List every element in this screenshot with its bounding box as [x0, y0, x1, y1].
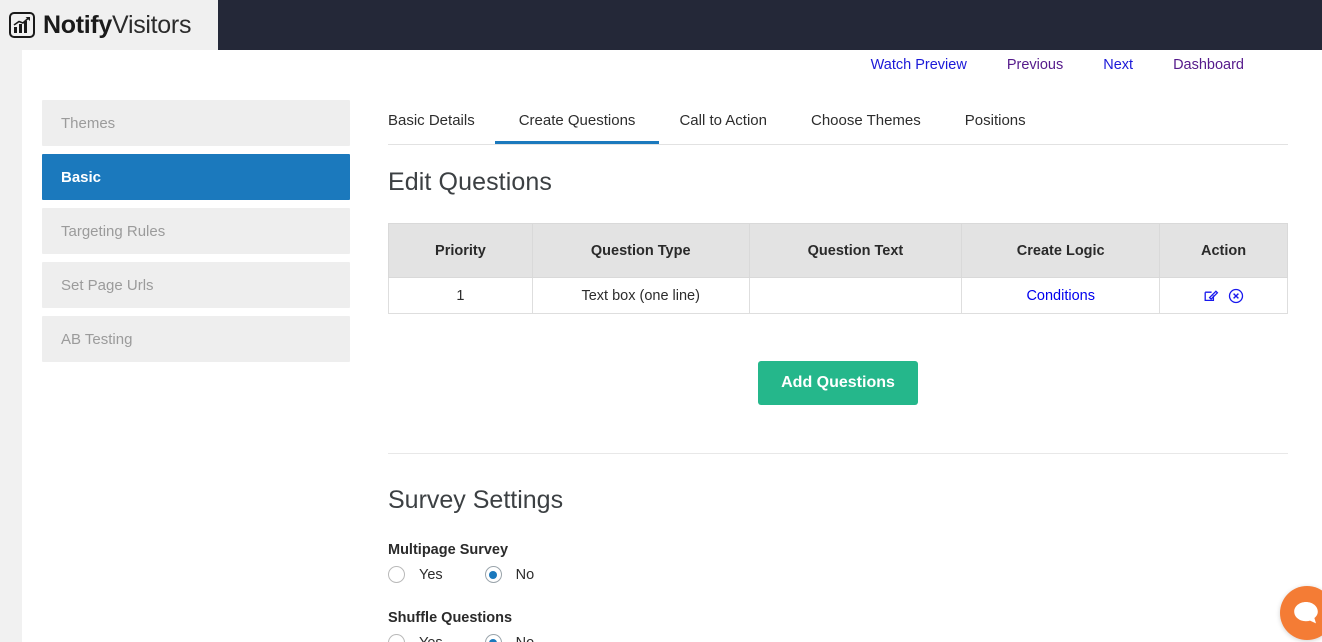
- label-shuffle-questions: Shuffle Questions: [388, 610, 513, 626]
- delete-circle-icon[interactable]: [1228, 288, 1244, 304]
- brand-name-light: Visitors: [112, 10, 192, 39]
- radio-shuffle-yes[interactable]: Yes: [388, 634, 443, 642]
- top-header-bar: NotifyVisitors: [0, 0, 1322, 50]
- edit-square-icon[interactable]: [1203, 288, 1219, 304]
- tab-basic-details[interactable]: Basic Details: [388, 100, 475, 143]
- table-header-row: Priority Question Type Question Text Cre…: [388, 223, 1288, 278]
- sidebar-item-label: Set Page Urls: [61, 276, 154, 294]
- app-root: NotifyVisitors Watch Preview Previous Ne…: [0, 0, 1322, 642]
- sidebar-item-themes[interactable]: Themes: [42, 100, 350, 146]
- column-header-question-text: Question Text: [748, 223, 963, 278]
- tab-bar: Basic Details Create Questions Call to A…: [388, 100, 1288, 145]
- link-dashboard[interactable]: Dashboard: [1153, 57, 1264, 73]
- cell-priority: 1: [388, 277, 533, 314]
- tab-call-to-action[interactable]: Call to Action: [679, 100, 767, 143]
- sidebar-item-label: AB Testing: [61, 330, 133, 348]
- tab-choose-themes[interactable]: Choose Themes: [811, 100, 921, 143]
- add-questions-container: Add Questions: [388, 361, 1288, 405]
- page-canvas: Watch Preview Previous Next Dashboard Th…: [22, 50, 1322, 642]
- questions-table: Priority Question Type Question Text Cre…: [388, 223, 1288, 314]
- column-header-question-type: Question Type: [531, 223, 750, 278]
- radio-label: No: [515, 566, 535, 583]
- brand-name: NotifyVisitors: [43, 11, 191, 40]
- column-header-priority: Priority: [388, 223, 533, 278]
- link-previous[interactable]: Previous: [987, 57, 1083, 73]
- radio-label: Yes: [419, 566, 443, 583]
- sidebar-item-label: Targeting Rules: [61, 222, 166, 240]
- section-divider: [388, 453, 1288, 454]
- conditions-link[interactable]: Conditions: [1026, 288, 1095, 304]
- radio-circle-icon[interactable]: [388, 566, 405, 583]
- brand-logo[interactable]: NotifyVisitors: [0, 0, 218, 50]
- radio-circle-selected-icon[interactable]: [484, 566, 502, 583]
- sidebar: Themes Basic Targeting Rules Set Page Ur…: [42, 100, 350, 370]
- label-multipage-survey: Multipage Survey: [388, 542, 509, 558]
- sidebar-item-label: Basic: [61, 168, 102, 186]
- top-nav-links: Watch Preview Previous Next Dashboard: [851, 51, 1264, 79]
- radio-circle-selected-icon[interactable]: [484, 634, 502, 642]
- radio-label: No: [516, 635, 535, 642]
- survey-settings-title: Survey Settings: [388, 486, 564, 514]
- bar-chart-growth-icon: [9, 12, 35, 38]
- sidebar-item-set-page-urls[interactable]: Set Page Urls: [42, 262, 350, 308]
- table-row: 1 Text box (one line) Conditions: [388, 277, 1288, 314]
- cell-question-type: Text box (one line): [531, 277, 750, 314]
- column-header-action: Action: [1159, 223, 1288, 278]
- link-next[interactable]: Next: [1083, 57, 1153, 73]
- radio-multipage-no[interactable]: No: [484, 566, 535, 583]
- sidebar-item-ab-testing[interactable]: AB Testing: [42, 316, 350, 362]
- sidebar-item-label: Themes: [61, 114, 116, 132]
- radio-label: Yes: [419, 635, 443, 642]
- page-title: Edit Questions: [388, 168, 552, 196]
- radio-shuffle-no[interactable]: No: [484, 634, 535, 642]
- row-action-buttons: [1161, 288, 1286, 304]
- cell-action: [1159, 277, 1288, 314]
- tab-positions[interactable]: Positions: [965, 100, 1026, 143]
- sidebar-item-targeting-rules[interactable]: Targeting Rules: [42, 208, 350, 254]
- sidebar-item-basic[interactable]: Basic: [42, 154, 350, 200]
- radio-group-shuffle-questions: Yes No: [388, 634, 1288, 642]
- cell-question-text: [748, 277, 963, 314]
- brand-name-bold: Notify: [43, 10, 113, 39]
- radio-multipage-yes[interactable]: Yes: [388, 566, 443, 583]
- link-watch-preview[interactable]: Watch Preview: [851, 57, 987, 73]
- cell-create-logic: Conditions: [961, 277, 1161, 314]
- column-header-create-logic: Create Logic: [961, 223, 1161, 278]
- radio-circle-icon[interactable]: [388, 634, 405, 642]
- add-questions-button[interactable]: Add Questions: [758, 361, 918, 405]
- radio-group-multipage-survey: Yes No: [388, 566, 1288, 583]
- tab-create-questions[interactable]: Create Questions: [494, 100, 660, 144]
- chat-bubble-icon: [1294, 602, 1318, 624]
- main-content: Basic Details Create Questions Call to A…: [388, 100, 1288, 642]
